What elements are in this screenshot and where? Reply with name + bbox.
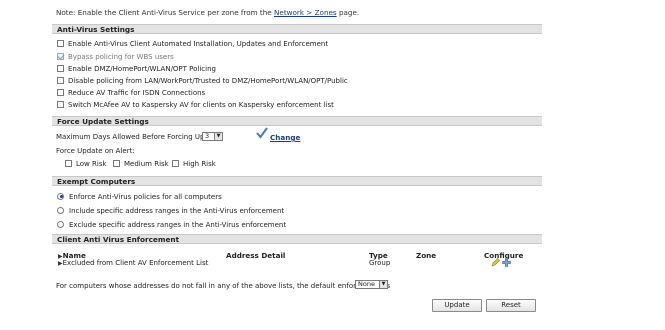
force-alert-label: Force Update on Alert: [56, 147, 135, 155]
edit-pencil-icon[interactable] [491, 258, 500, 269]
include-ranges-label: Include specific address ranges in the A… [69, 207, 285, 215]
force-update-header: Force Update Settings [52, 116, 542, 126]
enforce-all-option[interactable]: Enforce Anti-Virus policies for all comp… [57, 192, 222, 202]
enforce-all-radio[interactable] [57, 192, 64, 200]
high-risk-checkbox[interactable] [172, 159, 179, 167]
exempt-computers-header: Exempt Computers [52, 176, 542, 186]
default-enforcement-label: For computers whose addresses do not fal… [56, 282, 391, 290]
exclude-ranges-radio[interactable] [57, 220, 64, 228]
chevron-down-icon: ▼ [379, 281, 387, 288]
enable-dmz-policing-option[interactable]: Enable DMZ/HomePort/WLAN/OPT Policing [57, 64, 216, 74]
reset-button[interactable]: Reset [486, 299, 536, 312]
bypass-wbs-label: Bypass policing for WBS users [68, 53, 174, 61]
disable-lan-policing-option[interactable]: Disable policing from LAN/WorkPort/Trust… [57, 76, 348, 86]
default-enforcement-select[interactable]: None ▼ [355, 280, 388, 289]
bypass-wbs-checkbox[interactable] [57, 52, 64, 60]
bypass-wbs-option[interactable]: Bypass policing for WBS users [57, 52, 174, 62]
switch-kaspersky-option[interactable]: Switch McAfee AV to Kaspersky AV for cli… [57, 100, 334, 110]
update-button[interactable]: Update [432, 299, 482, 312]
column-address-detail: Address Detail [226, 251, 286, 260]
switch-kaspersky-label: Switch McAfee AV to Kaspersky AV for cli… [68, 101, 334, 109]
switch-kaspersky-checkbox[interactable] [57, 100, 64, 108]
default-enforcement-value: None [358, 280, 375, 288]
max-days-label: Maximum Days Allowed Before Forcing Upda… [56, 133, 223, 141]
high-risk-label: High Risk [183, 160, 216, 168]
enable-av-client-checkbox[interactable] [57, 39, 64, 47]
disable-lan-policing-label: Disable policing from LAN/WorkPort/Trust… [68, 77, 348, 85]
zones-note: Note: Enable the Client Anti-Virus Servi… [56, 8, 359, 17]
include-ranges-option[interactable]: Include specific address ranges in the A… [57, 206, 284, 216]
disable-lan-policing-checkbox[interactable] [57, 76, 64, 84]
row-type: Group [369, 259, 391, 267]
enable-av-client-option[interactable]: Enable Anti-Virus Client Automated Insta… [57, 39, 328, 49]
reduce-isdn-label: Reduce AV Traffic for ISDN Connections [68, 89, 206, 97]
reduce-isdn-checkbox[interactable] [57, 88, 64, 96]
chevron-down-icon: ▼ [214, 133, 222, 140]
network-zones-link[interactable]: Network > Zones [274, 8, 337, 17]
enable-av-client-label: Enable Anti-Virus Client Automated Insta… [68, 40, 329, 48]
enable-dmz-policing-label: Enable DMZ/HomePort/WLAN/OPT Policing [68, 65, 216, 73]
enable-dmz-policing-checkbox[interactable] [57, 64, 64, 72]
include-ranges-radio[interactable] [57, 206, 64, 214]
low-risk-label: Low Risk [76, 160, 107, 168]
row-name: Excluded from Client AV Enforcement List [62, 259, 209, 267]
exclude-ranges-option[interactable]: Exclude specific address ranges in the A… [57, 220, 286, 230]
checkmark-icon [256, 127, 268, 141]
antivirus-settings-header: Anti-Virus Settings [52, 24, 542, 34]
exclude-ranges-label: Exclude specific address ranges in the A… [69, 221, 287, 229]
add-plus-icon[interactable] [502, 258, 511, 269]
enforce-all-label: Enforce Anti-Virus policies for all comp… [69, 193, 222, 201]
change-link[interactable]: Change [270, 133, 300, 142]
low-risk-option[interactable]: Low Risk [65, 159, 107, 169]
max-days-value: 3 [205, 132, 210, 140]
medium-risk-checkbox[interactable] [113, 159, 120, 167]
note-prefix: Note: Enable the Client Anti-Virus Servi… [56, 8, 275, 17]
low-risk-checkbox[interactable] [65, 159, 72, 167]
high-risk-option[interactable]: High Risk [172, 159, 216, 169]
enforcement-header: Client Anti Virus Enforcement [52, 234, 542, 244]
table-row[interactable]: ▶Excluded from Client AV Enforcement Lis… [58, 259, 208, 267]
reduce-isdn-option[interactable]: Reduce AV Traffic for ISDN Connections [57, 88, 205, 98]
max-days-select[interactable]: 3 ▼ [202, 132, 223, 141]
medium-risk-option[interactable]: Medium Risk [113, 159, 169, 169]
column-zone: Zone [416, 251, 437, 260]
medium-risk-label: Medium Risk [124, 160, 169, 168]
note-suffix: page. [336, 8, 360, 17]
